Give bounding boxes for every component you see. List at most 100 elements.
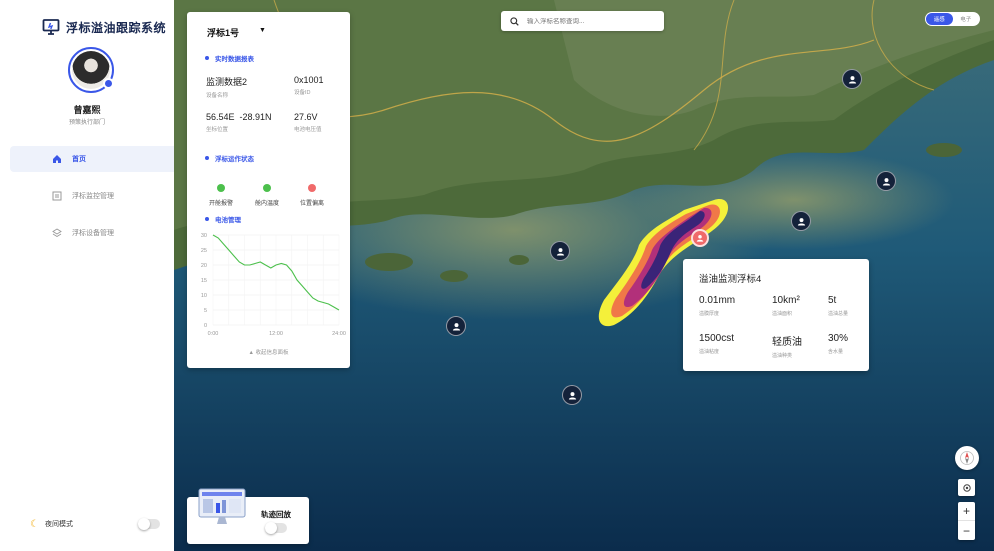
layers-icon bbox=[52, 228, 62, 238]
sidebar-item-label: 首页 bbox=[72, 156, 86, 163]
zoom-in-button[interactable]: + bbox=[958, 502, 975, 521]
field-device-id: 0x1001 设备ID bbox=[294, 75, 324, 96]
buoy-icon bbox=[848, 75, 856, 84]
x-tick-label: 12:00 bbox=[269, 331, 283, 337]
buoy-icon bbox=[568, 391, 576, 400]
sidebar: 浮标溢油跟踪系统 曾嘉熙 预策执行部门 首页 浮标监控管理 浮标设备管理 ☾ 夜… bbox=[0, 0, 174, 551]
popup-value: 5t bbox=[828, 295, 837, 306]
collapse-label: 收起信息面板 bbox=[255, 350, 289, 356]
status-cabin-alarm: 开舱报警 bbox=[201, 184, 241, 207]
sidebar-item-devices[interactable]: 浮标设备管理 bbox=[10, 220, 174, 246]
x-tick-label: 0:00 bbox=[208, 331, 219, 337]
field-label: 设备名称 bbox=[206, 93, 229, 99]
avatar-dropdown-icon[interactable] bbox=[103, 78, 114, 89]
realtime-section-title: 实时数据报表 bbox=[205, 53, 254, 63]
popup-cell-area: 10km² 溢油面积 bbox=[772, 295, 800, 317]
field-battery-voltage: 27.6V 电池电压值 bbox=[294, 112, 322, 133]
layer-option-satellite[interactable]: 遥感 bbox=[926, 13, 953, 25]
buoy-icon bbox=[882, 177, 890, 186]
buoy-marker-3[interactable] bbox=[791, 211, 811, 231]
status-dot bbox=[217, 184, 225, 192]
track-playback-card: 轨迹回放 bbox=[187, 488, 309, 544]
buoy-marker-2[interactable] bbox=[876, 171, 896, 191]
popup-cell-water-content: 30% 含水量 bbox=[828, 333, 848, 355]
battery-section-title: 电池管理 bbox=[205, 214, 241, 224]
buoy-marker-6[interactable] bbox=[562, 385, 582, 405]
field-label: 电池电压值 bbox=[294, 127, 322, 133]
status-dot bbox=[263, 184, 271, 192]
battery-chart: 0 5 10 15 20 25 30 0:00 12:00 24:00 bbox=[201, 233, 346, 337]
popup-title: 溢油监测浮标4 bbox=[699, 274, 762, 285]
y-tick-label: 15 bbox=[201, 278, 207, 284]
status-label: 开舱报警 bbox=[208, 201, 233, 207]
monitor-logo-icon bbox=[42, 19, 60, 35]
locate-button[interactable] bbox=[958, 479, 975, 496]
y-tick-label: 0 bbox=[204, 323, 207, 329]
y-tick-label: 25 bbox=[201, 248, 207, 254]
home-icon bbox=[53, 155, 61, 163]
popup-label: 溢油总量 bbox=[828, 311, 849, 317]
field-value: 监测数据2 bbox=[206, 77, 248, 87]
x-tick-label: 24:00 bbox=[332, 331, 346, 337]
buoy-marker-5[interactable] bbox=[446, 316, 466, 336]
search-icon bbox=[510, 16, 519, 26]
compass-control[interactable] bbox=[955, 446, 979, 470]
buoy-marker-4[interactable] bbox=[550, 241, 570, 261]
y-tick-label: 5 bbox=[204, 308, 207, 314]
field-value: 0x1001 bbox=[294, 75, 324, 85]
user-name: 曾嘉熙 bbox=[73, 105, 101, 115]
locate-icon bbox=[962, 483, 971, 492]
popup-cell-thickness: 0.01mm 溢膜厚度 bbox=[699, 295, 735, 317]
status-cabin-temperature: 舱内温度 bbox=[247, 184, 287, 207]
zoom-out-button[interactable]: − bbox=[958, 521, 975, 540]
buoy-info-panel: 浮标1号 ▼ 实时数据报表 监测数据2 设备名称 0x1001 设备ID 56.… bbox=[187, 12, 350, 368]
popup-value: 0.01mm bbox=[699, 295, 736, 306]
search-bar[interactable] bbox=[501, 11, 664, 31]
app-header: 浮标溢油跟踪系统 bbox=[42, 17, 166, 37]
popup-label: 溢油粘度 bbox=[699, 349, 720, 355]
popup-label: 溢油种类 bbox=[772, 353, 793, 359]
buoy-select[interactable]: 浮标1号 bbox=[207, 26, 239, 39]
buoy-icon bbox=[452, 322, 460, 331]
status-label: 位置偏离 bbox=[299, 201, 324, 207]
sidebar-item-label: 浮标设备管理 bbox=[72, 230, 114, 237]
collapse-panel-link[interactable]: ▲ 收起信息面板 bbox=[187, 348, 350, 356]
status-label: 舱内温度 bbox=[254, 201, 279, 207]
field-label: 坐标位置 bbox=[206, 127, 229, 133]
map-layer-switch: 遥感 电子 bbox=[925, 12, 980, 26]
track-playback-toggle[interactable] bbox=[265, 522, 287, 534]
sidebar-item-label: 浮标监控管理 bbox=[72, 193, 114, 200]
night-mode-row: ☾ 夜间模式 bbox=[30, 517, 160, 531]
monitor-icon bbox=[52, 191, 62, 201]
night-mode-toggle[interactable] bbox=[138, 518, 160, 530]
status-dot bbox=[308, 184, 316, 192]
compass-icon bbox=[960, 451, 974, 465]
popup-value: 30% bbox=[828, 333, 849, 344]
search-input[interactable] bbox=[527, 17, 637, 25]
status-position-deviation: 位置偏离 bbox=[292, 184, 332, 207]
popup-label: 溢油面积 bbox=[772, 311, 793, 317]
popup-value: 1500cst bbox=[699, 333, 735, 344]
moon-icon: ☾ bbox=[30, 518, 39, 530]
caret-down-icon[interactable]: ▼ bbox=[259, 27, 266, 34]
popup-value: 10km² bbox=[772, 295, 800, 306]
avatar[interactable] bbox=[68, 47, 114, 93]
buoy-icon bbox=[696, 235, 704, 242]
oil-monitor-popup: 溢油监测浮标4 0.01mm 溢膜厚度 10km² 溢油面积 5t 溢油总量 1… bbox=[683, 259, 869, 371]
sidebar-item-monitor[interactable]: 浮标监控管理 bbox=[10, 183, 174, 209]
buoy-marker-1[interactable] bbox=[842, 69, 862, 89]
popup-value: 轻质油 bbox=[772, 337, 802, 348]
popup-cell-total: 5t 溢油总量 bbox=[828, 295, 848, 317]
field-value: 56.54E -28.91N bbox=[206, 112, 272, 122]
app-title: 浮标溢油跟踪系统 bbox=[66, 20, 167, 35]
layer-option-electronic[interactable]: 电子 bbox=[953, 13, 980, 25]
y-tick-label: 30 bbox=[201, 233, 207, 239]
zoom-control: + − bbox=[958, 502, 975, 540]
dashboard-screen-icon bbox=[198, 488, 246, 524]
alert-buoy-marker[interactable] bbox=[691, 229, 709, 247]
y-tick-label: 20 bbox=[201, 263, 207, 269]
status-section-title: 浮标运作状态 bbox=[205, 153, 254, 163]
buoy-icon bbox=[556, 247, 564, 256]
sidebar-item-home[interactable]: 首页 bbox=[10, 146, 174, 172]
user-role: 预策执行部门 bbox=[68, 120, 105, 126]
